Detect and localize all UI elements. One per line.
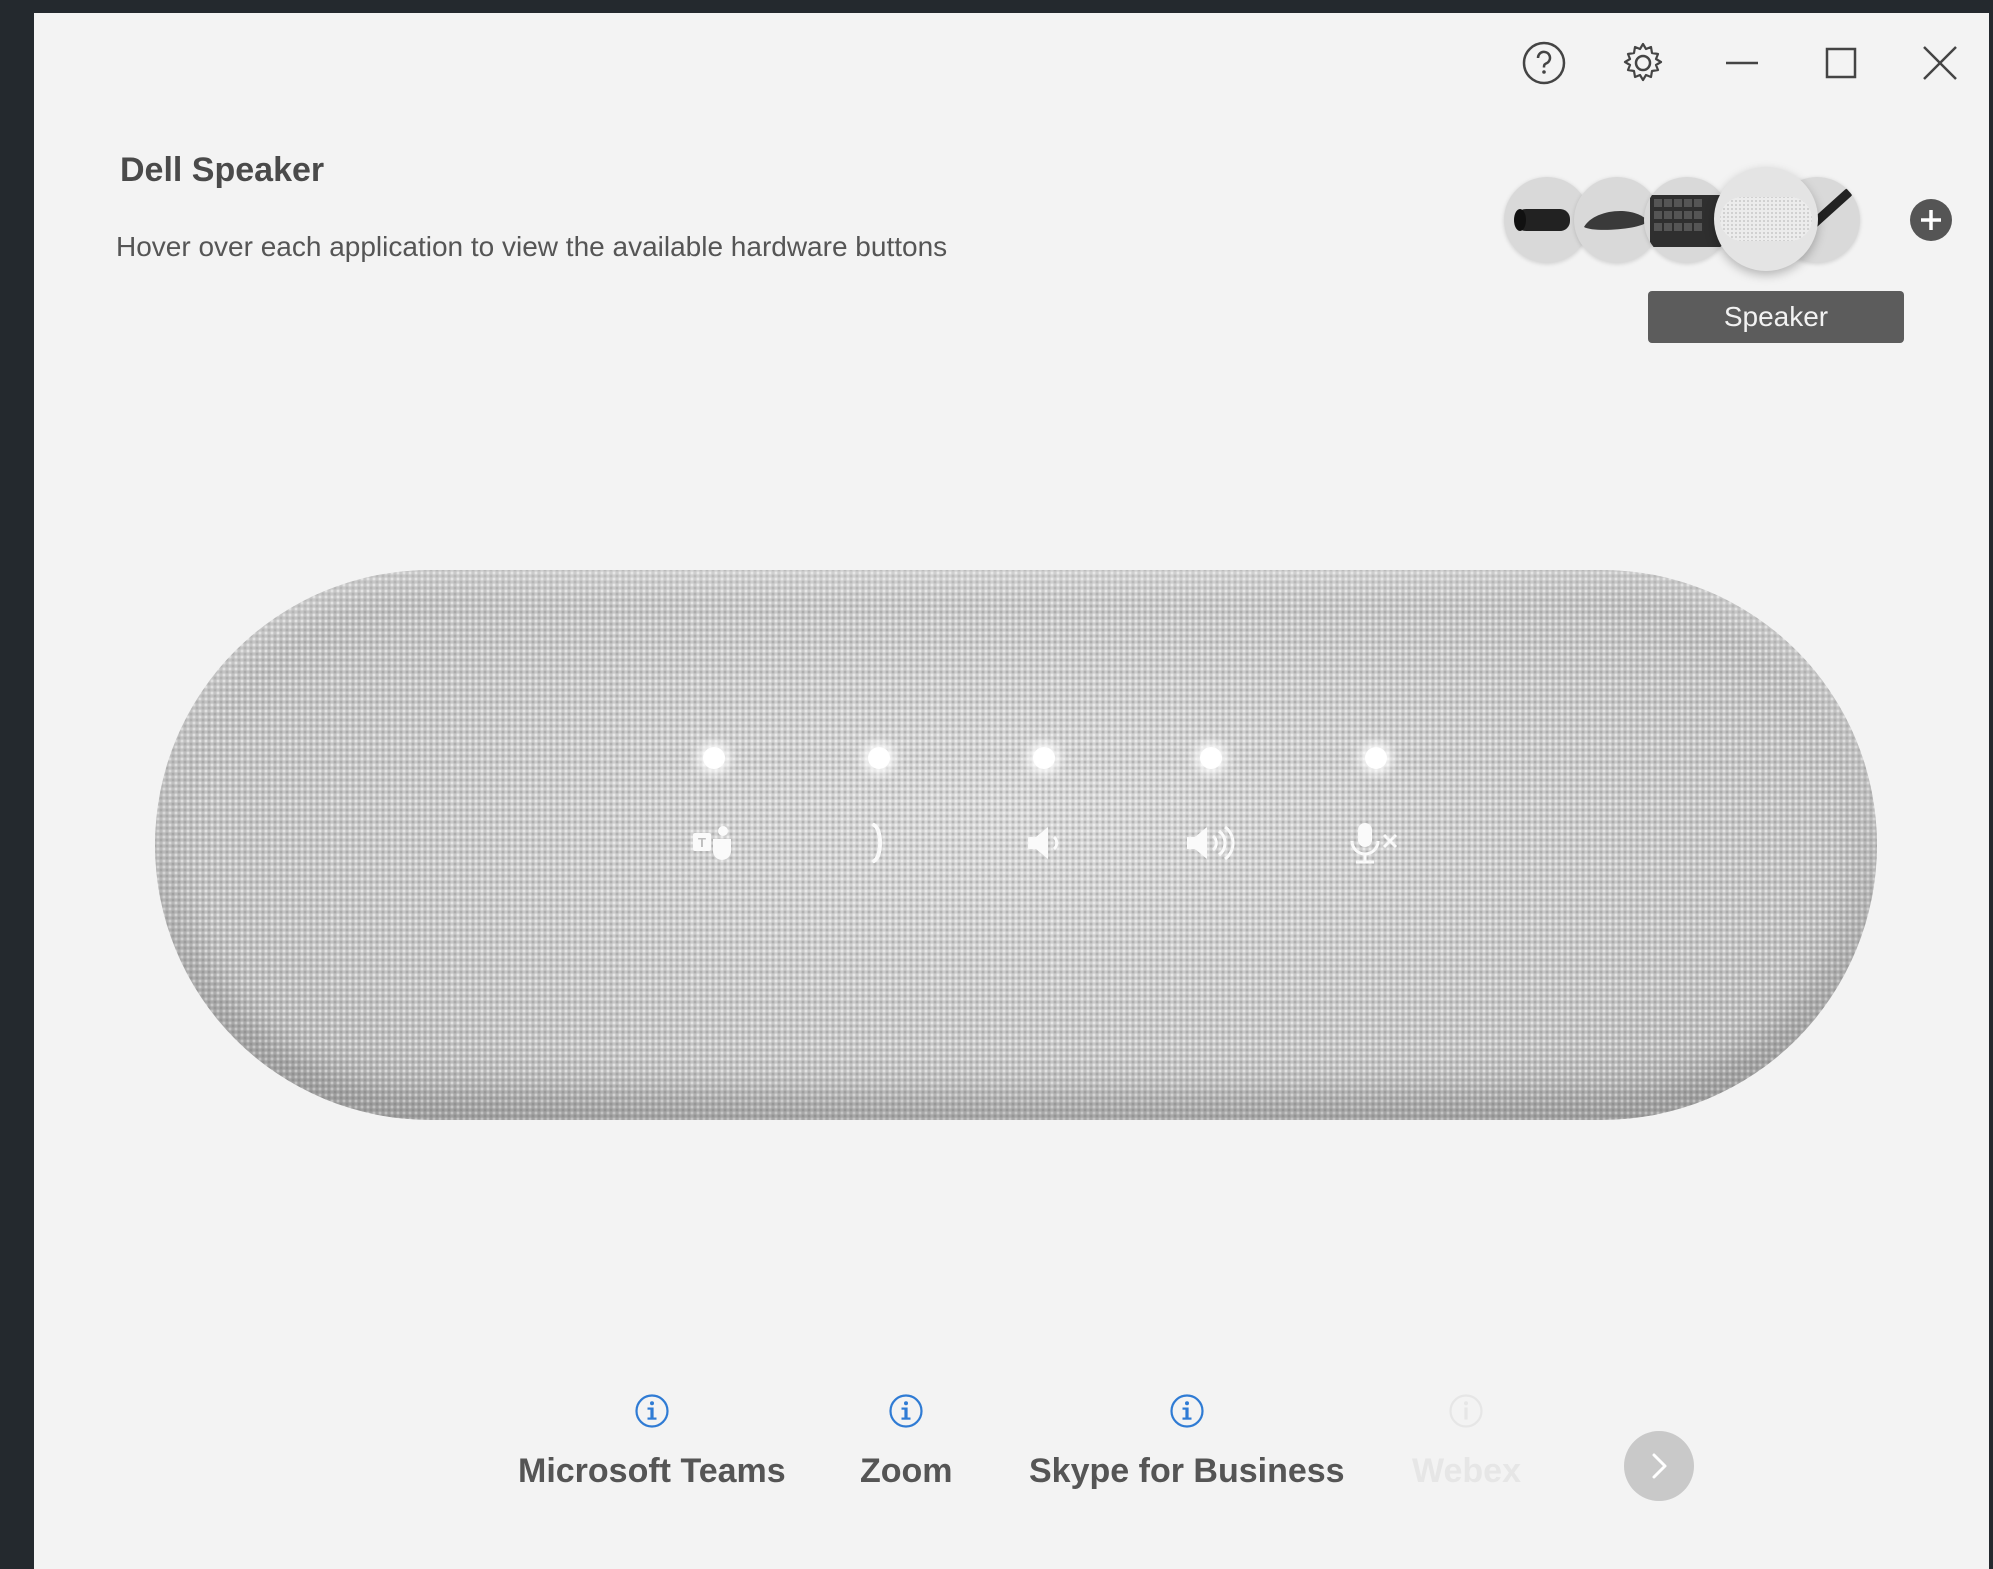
info-icon[interactable] — [634, 1393, 670, 1429]
device-title: Dell Speaker — [120, 151, 325, 189]
teams-icon: T — [693, 826, 731, 860]
info-icon[interactable] — [1169, 1393, 1205, 1429]
app-label: Skype for Business — [1029, 1452, 1345, 1490]
info-icon[interactable] — [888, 1393, 924, 1429]
info-icon[interactable] — [1448, 1393, 1484, 1429]
chevron-right-icon — [1652, 1453, 1667, 1479]
app-microsoft-teams[interactable]: Microsoft Teams — [518, 1393, 786, 1491]
app-webex[interactable]: Webex — [1412, 1393, 1521, 1491]
app-label: Webex — [1412, 1452, 1521, 1490]
volume-down-hardware-button[interactable] — [1009, 813, 1079, 873]
app-window: Dell Speaker Hover over each application… — [34, 13, 1989, 1569]
phone-icon — [872, 823, 882, 863]
speaker-device-image: T — [155, 570, 1877, 1120]
teams-hardware-button[interactable]: T — [679, 813, 749, 873]
led-indicator — [868, 747, 890, 769]
title-bar-controls — [1494, 33, 1989, 93]
minimize-button[interactable] — [1692, 33, 1791, 93]
volume-down-icon — [1028, 827, 1059, 859]
maximize-button[interactable] — [1791, 33, 1890, 93]
speaker-icon — [1720, 197, 1812, 241]
led-indicator — [1365, 747, 1387, 769]
app-zoom[interactable]: Zoom — [860, 1393, 953, 1491]
volume-up-hardware-button[interactable] — [1176, 813, 1246, 873]
close-button[interactable] — [1890, 33, 1989, 93]
maximize-icon — [1825, 47, 1856, 79]
led-indicator — [1033, 747, 1055, 769]
settings-button[interactable] — [1593, 33, 1692, 93]
led-indicator — [1200, 747, 1222, 769]
next-apps-button[interactable] — [1624, 1431, 1694, 1501]
close-icon — [1922, 46, 1957, 80]
app-label: Microsoft Teams — [518, 1452, 786, 1490]
plus-icon — [1921, 210, 1941, 230]
add-device-button[interactable] — [1910, 199, 1952, 241]
device-subtitle: Hover over each application to view the … — [116, 231, 948, 262]
device-tooltip: Speaker — [1648, 291, 1904, 343]
app-skype-for-business[interactable]: Skype for Business — [1029, 1393, 1345, 1491]
help-icon — [1522, 41, 1565, 85]
app-label: Zoom — [860, 1452, 953, 1490]
call-hardware-button[interactable] — [844, 813, 914, 873]
device-speaker[interactable] — [1714, 167, 1818, 271]
mute-hardware-button[interactable] — [1341, 813, 1411, 873]
svg-text:T: T — [698, 835, 706, 850]
device-switcher — [1504, 163, 1914, 293]
volume-up-icon — [1187, 825, 1235, 861]
minimize-icon — [1725, 61, 1758, 65]
mic-mute-icon — [1350, 823, 1398, 864]
gear-icon — [1623, 42, 1662, 82]
application-list: Microsoft Teams Zoom Skype for Business — [34, 1393, 1989, 1513]
help-button[interactable] — [1494, 33, 1593, 93]
led-indicator — [703, 747, 725, 769]
